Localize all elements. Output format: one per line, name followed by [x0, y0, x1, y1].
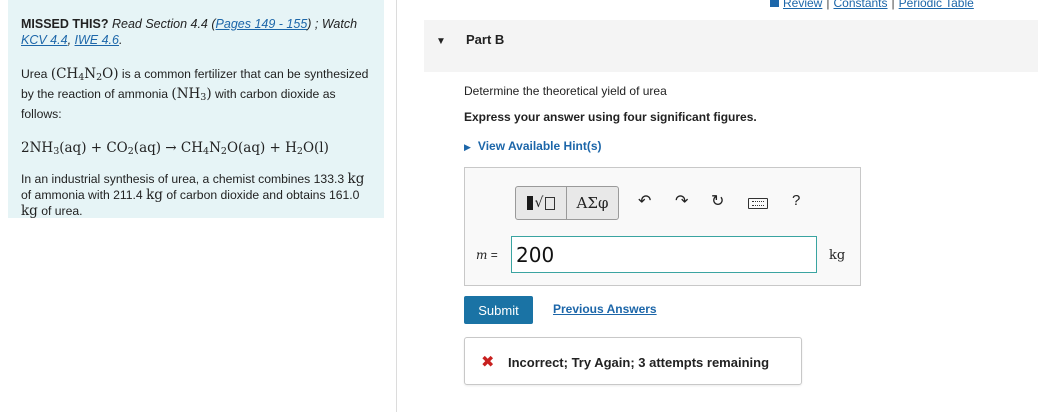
review-icon: [770, 0, 779, 7]
answer-box: √ ΑΣφ ↶ ↷ ↻ ? m = kg: [464, 167, 861, 286]
feedback-text: Incorrect; Try Again; 3 attempts remaini…: [508, 355, 770, 370]
redo-icon[interactable]: ↷: [675, 192, 688, 212]
periodic-table-link[interactable]: Periodic Table: [899, 0, 974, 10]
part-title: Part B: [466, 32, 505, 47]
pages-link[interactable]: Pages 149 - 155: [216, 17, 308, 31]
review-link[interactable]: Review: [783, 0, 822, 10]
iwe-link[interactable]: IWE 4.6: [75, 33, 119, 47]
feedback-box: ✖ Incorrect; Try Again; 3 attempts remai…: [464, 337, 802, 385]
reaction-equation: 2NH3(aq) + CO2(aq) → CH4N2O(aq) + H2O(l): [21, 140, 329, 157]
kcv-link[interactable]: KCV 4.4: [21, 33, 68, 47]
header-links: Review | Constants | Periodic Table: [770, 0, 974, 10]
urea-formula: (CH4N2O): [50, 66, 119, 83]
ammonia-formula: (NH3): [171, 86, 212, 103]
math-toolbar-group: √ ΑΣφ: [515, 186, 619, 220]
view-hints-link[interactable]: ▶ View Available Hint(s): [464, 139, 602, 153]
answer-input[interactable]: [511, 236, 817, 273]
constants-link[interactable]: Constants: [833, 0, 887, 10]
help-icon[interactable]: ?: [792, 192, 800, 209]
reset-icon[interactable]: ↻: [711, 192, 724, 212]
undo-icon[interactable]: ↶: [638, 192, 651, 212]
problem-panel: MISSED THIS? Read Section 4.4 (Pages 149…: [8, 0, 384, 219]
templates-icon[interactable]: √: [516, 187, 568, 219]
answer-unit: kg: [829, 248, 846, 263]
previous-answers-link[interactable]: Previous Answers: [553, 302, 657, 316]
part-header[interactable]: ▼ Part B: [424, 20, 1038, 72]
collapse-triangle-icon[interactable]: ▼: [436, 36, 446, 47]
question-text: Determine the theoretical yield of urea: [464, 84, 667, 98]
submit-button[interactable]: Submit: [464, 296, 533, 324]
problem-intro: Urea (CH4N2O) is a common fertilizer tha…: [21, 66, 369, 121]
expand-arrow-icon: ▶: [464, 142, 471, 152]
missed-label: MISSED THIS?: [21, 17, 109, 31]
column-divider: [396, 0, 397, 412]
question-instruction: Express your answer using four significa…: [464, 110, 757, 124]
answer-variable-label: m =: [476, 248, 498, 262]
synthesis-text: In an industrial synthesis of urea, a ch…: [21, 171, 365, 219]
greek-symbols-icon[interactable]: ΑΣφ: [567, 187, 618, 219]
keyboard-icon[interactable]: [748, 198, 768, 209]
missed-this-line: MISSED THIS? Read Section 4.4 (Pages 149…: [21, 17, 358, 47]
incorrect-x-icon: ✖: [481, 354, 495, 371]
